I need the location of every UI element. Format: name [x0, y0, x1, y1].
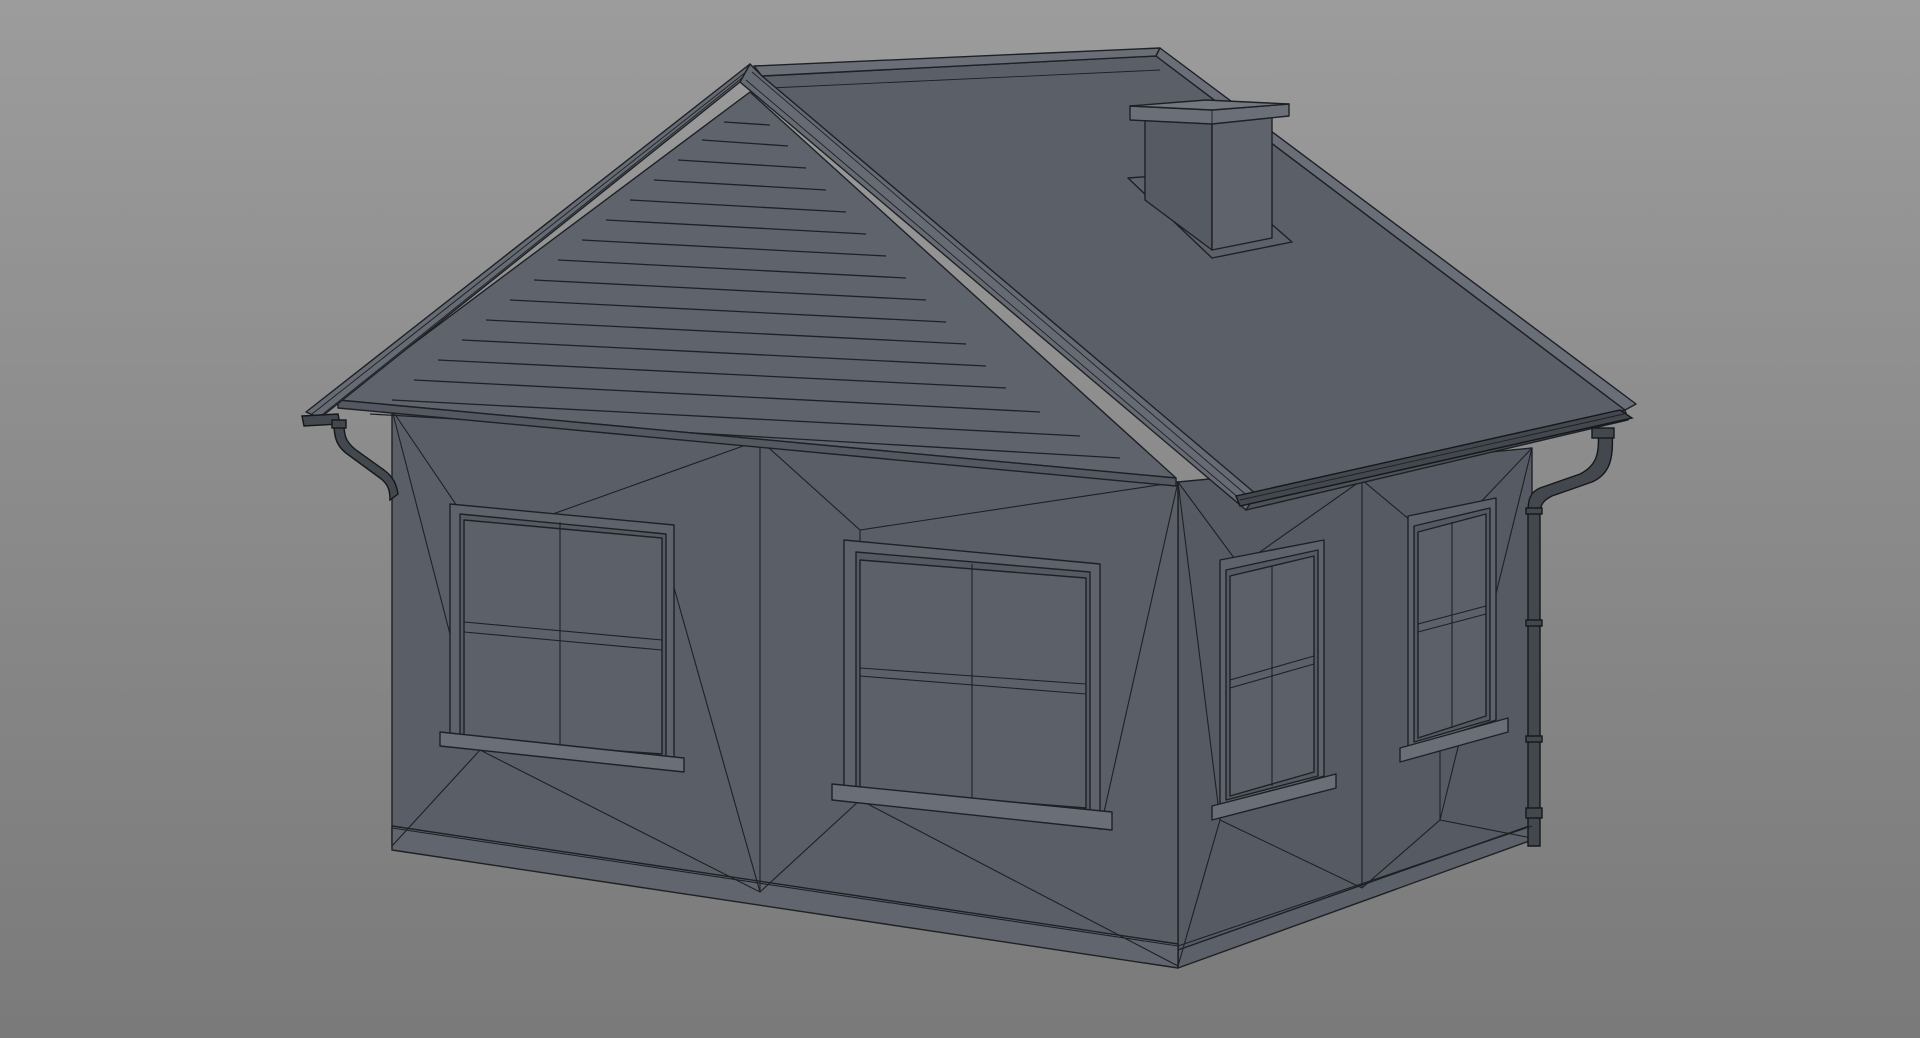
downpipe-right [1525, 427, 1615, 847]
house-model-render [301, 47, 1637, 969]
window-side-left [1211, 539, 1337, 821]
3d-viewport[interactable] [0, 0, 1920, 1038]
window-side-right [1399, 497, 1509, 763]
downpipe-left [331, 419, 399, 502]
window-left [439, 503, 685, 773]
window-center [831, 539, 1113, 831]
